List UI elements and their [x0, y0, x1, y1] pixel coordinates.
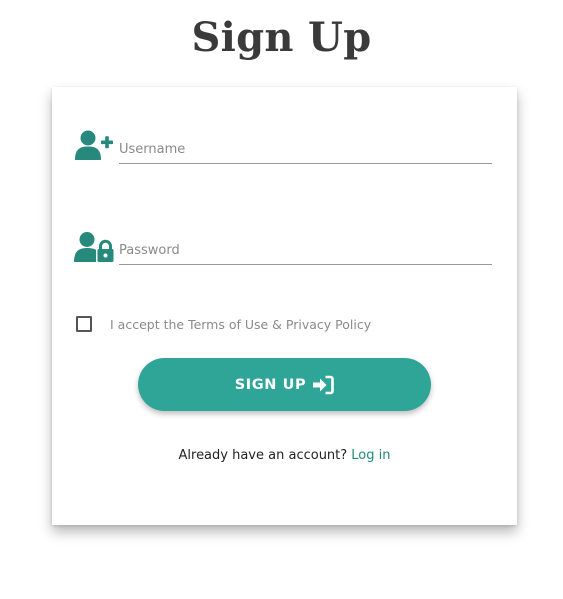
- terms-label[interactable]: I accept the Terms of Use & Privacy Poli…: [110, 317, 371, 332]
- sign-up-label: SIGN UP: [234, 376, 307, 393]
- username-input[interactable]: [119, 135, 492, 164]
- terms-checkbox[interactable]: [76, 316, 92, 332]
- user-plus-icon: [74, 129, 116, 165]
- login-link[interactable]: Log in: [351, 448, 390, 463]
- password-input[interactable]: [119, 236, 492, 265]
- page-title: Sign Up: [191, 14, 372, 61]
- sign-in-icon: [312, 375, 335, 395]
- login-prompt-text: Already have an account?: [178, 448, 352, 463]
- user-lock-icon: [74, 230, 116, 266]
- signup-card: I accept the Terms of Use & Privacy Poli…: [52, 87, 517, 525]
- sign-up-button[interactable]: SIGN UP: [138, 358, 431, 411]
- username-field-group: [74, 129, 494, 173]
- terms-row: I accept the Terms of Use & Privacy Poli…: [76, 316, 496, 336]
- login-prompt: Already have an account? Log in: [52, 448, 517, 463]
- password-field-group: [74, 230, 494, 274]
